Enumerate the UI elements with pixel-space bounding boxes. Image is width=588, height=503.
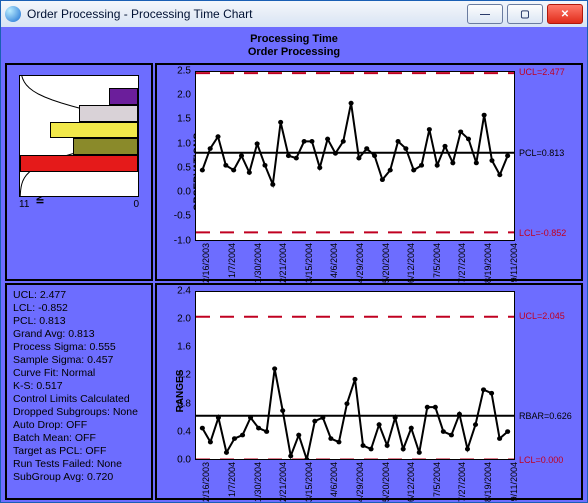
close-button[interactable]: ✕ [547, 4, 583, 24]
chart-header: Processing Time Order Processing [5, 31, 583, 61]
limit-label: RBAR=0.626 [519, 411, 572, 421]
limit-label: LCL=0.000 [519, 455, 563, 465]
layout-grid: INDIVIDUALS 11 0 OBSERVATIONS -1.0-0.50.… [5, 63, 583, 500]
histogram-plot [19, 75, 139, 197]
xtick: 4/29/2004 [355, 243, 365, 283]
individuals-xticks: 12/16/20031/7/20041/30/20042/21/20043/15… [195, 243, 515, 279]
xtick: 4/6/2004 [329, 462, 339, 497]
ytick: 0.5 [177, 162, 191, 173]
minimize-button[interactable]: — [467, 4, 503, 24]
xtick: 5/20/2004 [381, 243, 391, 283]
ytick: 2.4 [177, 285, 191, 296]
ranges-chart-panel: RANGES 0.00.40.81.21.62.02.4 UCL=2.045RB… [155, 283, 583, 501]
app-icon [5, 6, 21, 22]
xtick: 7/27/2004 [457, 462, 467, 502]
xtick: 3/15/2004 [304, 243, 314, 283]
limit-label: UCL=2.045 [519, 311, 565, 321]
individuals-chart-panel: OBSERVATIONS -1.0-0.50.00.51.01.52.02.5 … [155, 63, 583, 281]
xtick: 4/29/2004 [355, 462, 365, 502]
stat-row: Target as PCL: OFF [13, 445, 145, 458]
histogram-axis-min: 11 [19, 199, 29, 210]
histogram-axis-max: 0 [133, 199, 139, 210]
xtick: 7/27/2004 [457, 243, 467, 283]
stat-row: Auto Drop: OFF [13, 419, 145, 432]
histogram-bar [109, 88, 139, 105]
ytick: 1.0 [177, 138, 191, 149]
xtick: 4/6/2004 [329, 243, 339, 278]
histogram-bar [20, 155, 138, 172]
histogram-bar [73, 138, 138, 155]
titlebar[interactable]: Order Processing - Processing Time Chart… [1, 1, 587, 28]
xtick: 3/15/2004 [304, 462, 314, 502]
xtick: 1/7/2004 [227, 243, 237, 278]
ytick: 2.5 [177, 66, 191, 77]
stat-row: K-S: 0.517 [13, 380, 145, 393]
client-area: Processing Time Order Processing INDIVID… [1, 27, 587, 502]
stat-row: Batch Mean: OFF [13, 432, 145, 445]
individuals-yticks: -1.0-0.50.00.51.01.52.02.5 [157, 71, 193, 241]
ytick: 0.4 [177, 426, 191, 437]
ranges-plot [195, 291, 515, 461]
header-line2: Order Processing [248, 46, 340, 59]
xtick: 1/30/2004 [253, 243, 263, 283]
xtick: 7/5/2004 [432, 243, 442, 278]
xtick: 7/5/2004 [432, 462, 442, 497]
stat-row: Curve Fit: Normal [13, 367, 145, 380]
stat-row: PCL: 0.813 [13, 315, 145, 328]
app-window: Order Processing - Processing Time Chart… [0, 0, 588, 503]
window-title: Order Processing - Processing Time Chart [27, 7, 467, 21]
stat-row: Sample Sigma: 0.457 [13, 354, 145, 367]
maximize-button[interactable]: ▢ [507, 4, 543, 24]
ytick: -0.5 [174, 211, 191, 222]
histogram-bar [50, 122, 139, 139]
stat-row: UCL: 2.477 [13, 289, 145, 302]
ytick: 0.0 [177, 455, 191, 466]
xtick: 9/11/2004 [509, 243, 519, 282]
limit-label: PCL=0.813 [519, 148, 564, 158]
limit-label: UCL=2.477 [519, 67, 565, 77]
stat-row: LCL: -0.852 [13, 302, 145, 315]
histogram-panel: INDIVIDUALS 11 0 [5, 63, 153, 281]
window-buttons: — ▢ ✕ [467, 4, 583, 24]
ytick: 2.0 [177, 90, 191, 101]
ytick: 0.0 [177, 187, 191, 198]
individuals-plot [195, 71, 515, 241]
xtick: 9/11/2004 [509, 462, 519, 501]
xtick: 2/21/2004 [278, 462, 288, 502]
stat-row: Grand Avg: 0.813 [13, 328, 145, 341]
stats-list: UCL: 2.477LCL: -0.852PCL: 0.813Grand Avg… [13, 289, 145, 484]
xtick: 1/7/2004 [227, 462, 237, 497]
ytick: 0.8 [177, 398, 191, 409]
ytick: 1.2 [177, 370, 191, 381]
xtick: 6/12/2004 [406, 243, 416, 283]
xtick: 2/21/2004 [278, 243, 288, 283]
header-line1: Processing Time [250, 33, 338, 46]
limit-label: LCL=-0.852 [519, 228, 566, 238]
xtick: 1/30/2004 [253, 462, 263, 502]
ytick: 2.0 [177, 313, 191, 324]
xtick: 12/16/2003 [201, 462, 211, 503]
ranges-right-labels: UCL=2.045RBAR=0.626LCL=0.000 [517, 291, 581, 461]
xtick: 8/19/2004 [483, 462, 493, 502]
ranges-xticks: 12/16/20031/7/20041/30/20042/21/20043/15… [195, 462, 515, 498]
histogram-bar [79, 105, 138, 122]
xtick: 5/20/2004 [381, 462, 391, 502]
xtick: 8/19/2004 [483, 243, 493, 283]
stat-row: Process Sigma: 0.555 [13, 341, 145, 354]
ranges-yticks: 0.00.40.81.21.62.02.4 [157, 291, 193, 461]
xtick: 6/12/2004 [406, 462, 416, 502]
xtick: 12/16/2003 [201, 243, 211, 288]
individuals-right-labels: UCL=2.477PCL=0.813LCL=-0.852 [517, 71, 581, 241]
stats-panel: UCL: 2.477LCL: -0.852PCL: 0.813Grand Avg… [5, 283, 153, 501]
stat-row: Run Tests Failed: None [13, 458, 145, 471]
ytick: 1.5 [177, 114, 191, 125]
stat-row: Dropped Subgroups: None [13, 406, 145, 419]
ytick: 1.6 [177, 342, 191, 353]
stat-row: SubGroup Avg: 0.720 [13, 471, 145, 484]
stat-row: Control Limits Calculated [13, 393, 145, 406]
ytick: -1.0 [174, 235, 191, 246]
